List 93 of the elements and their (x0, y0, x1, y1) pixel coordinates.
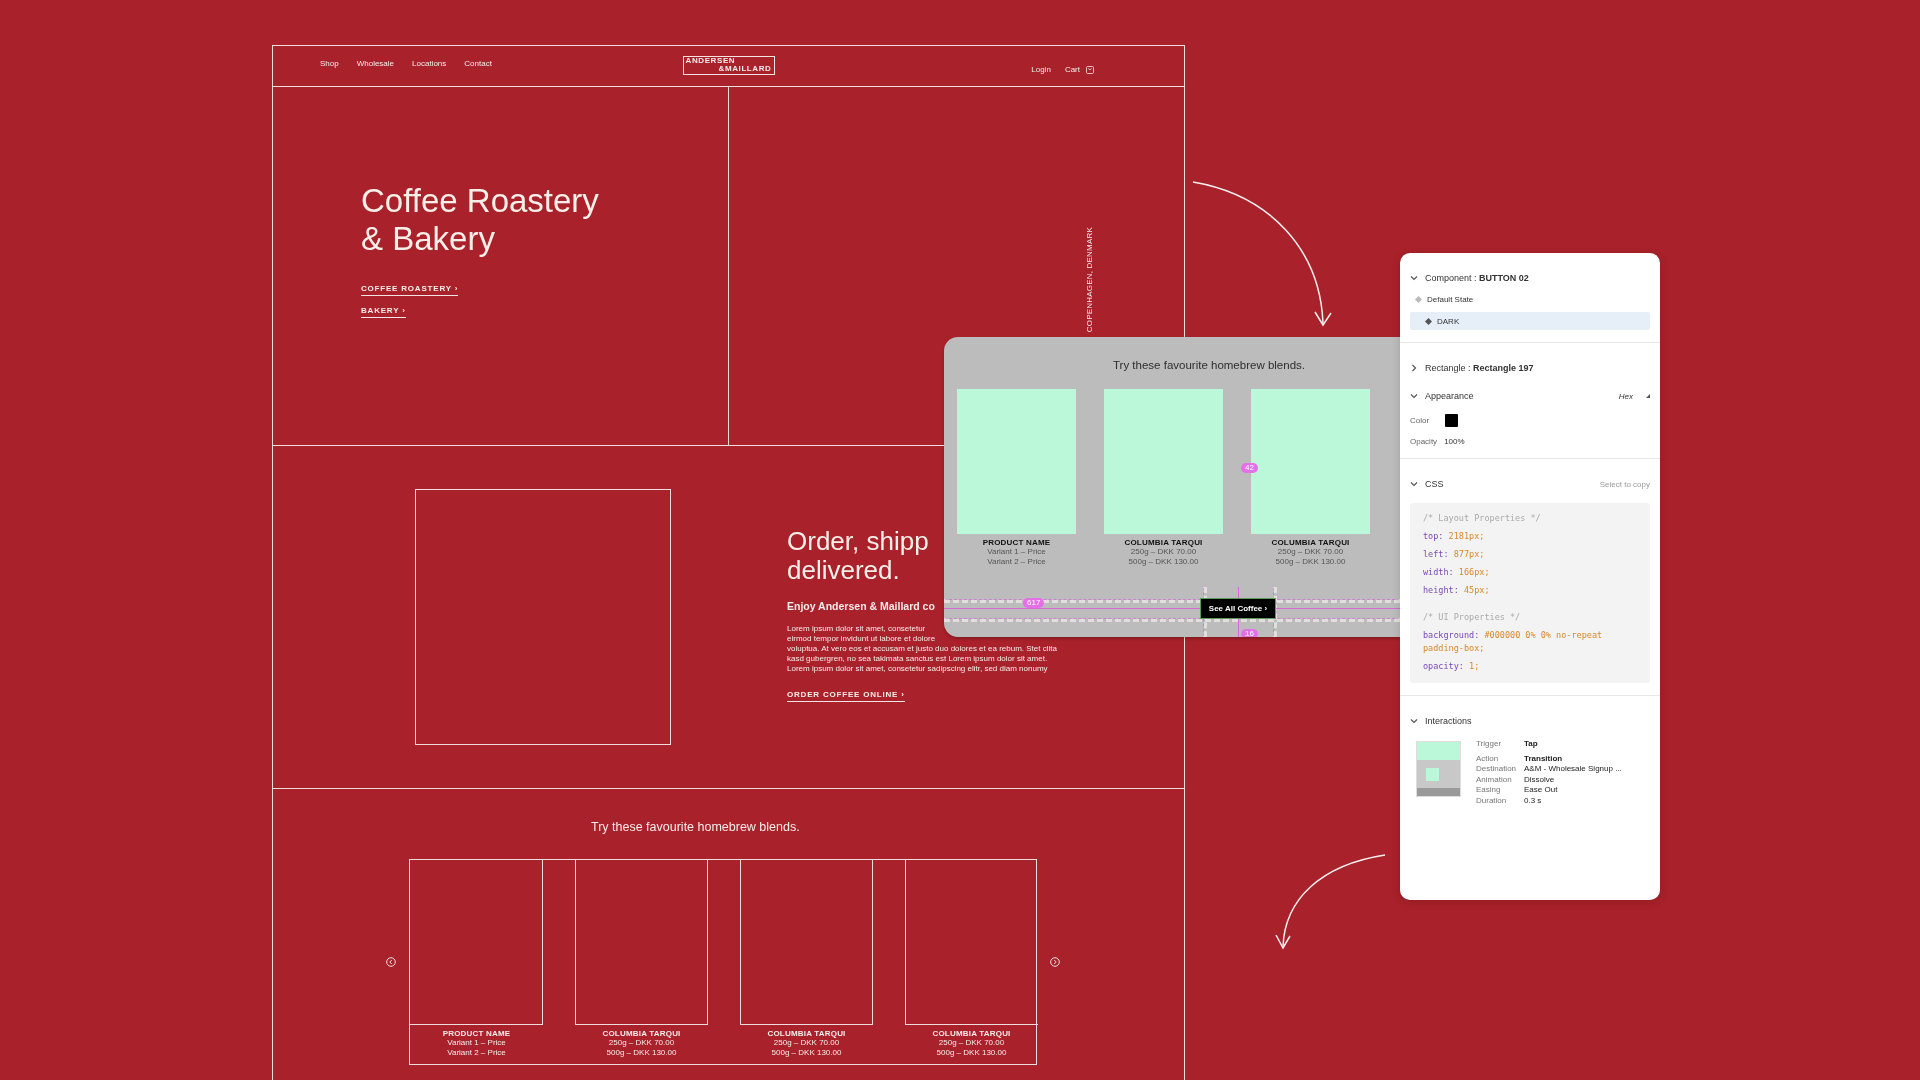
previous-icon[interactable] (386, 957, 396, 967)
product-variant: 250g – DKK 70.00 (773, 1038, 840, 1048)
product-variant: 250g – DKK 70.00 (608, 1038, 675, 1048)
product-name: COLUMBIA TARQUI (932, 1029, 1011, 1038)
section-heading: Try these favourite homebrew blends. (591, 820, 801, 834)
nav-link[interactable]: Shop (320, 58, 339, 68)
chevron-icon[interactable] (1410, 392, 1418, 400)
copy-hint: Select to copy (1599, 479, 1650, 489)
state-item[interactable]: Default State (1410, 290, 1650, 308)
cart-link[interactable]: Cart (1064, 65, 1080, 74)
property-value: 0.3 s (1524, 795, 1542, 806)
product-name: COLUMBIA TARQUI (767, 1029, 846, 1038)
section-heading: delivered. (787, 556, 900, 585)
section-title[interactable]: Appearance (1425, 391, 1474, 401)
product-name: PRODUCT NAME (442, 1029, 511, 1038)
section-link[interactable]: COFFEE ROASTERY › (361, 284, 459, 296)
section-heading: Order, shipp (787, 527, 929, 556)
section-title[interactable]: CSS (1425, 479, 1444, 489)
measure-label: 16 (1241, 629, 1258, 637)
property-label: Animation (1476, 774, 1513, 785)
body-text: kasd gubergren, no sea takimata sanctus est Lorem ipsum dolor sit amet. (787, 654, 1049, 664)
logo[interactable]: ANDERSEN &MAILLARD (682, 55, 775, 75)
code-line: width: 166px; (1423, 566, 1491, 579)
property-label: Action (1476, 753, 1500, 764)
product-name: COLUMBIA TARQUI (1124, 538, 1203, 547)
see-all-button[interactable]: See All Coffee › (1200, 598, 1276, 619)
product-variant: 500g – DKK 130.00 (1128, 557, 1199, 567)
opacity-value: 100% (1444, 437, 1465, 446)
location-label: COPENHAGEN, DENMARK (1085, 227, 1094, 333)
product-variant: 500g – DKK 130.00 (771, 1048, 842, 1058)
order-link[interactable]: ORDER COFFEE ONLINE › (787, 690, 905, 702)
state-item[interactable]: DARK (1410, 312, 1650, 330)
section-link[interactable]: BAKERY › (361, 306, 406, 318)
chevron-icon[interactable] (1410, 717, 1418, 725)
product-variant: Variant 1 – Price (447, 1038, 506, 1048)
code-line: top: 2181px; (1423, 530, 1486, 543)
component-header[interactable]: Component : BUTTON 02 (1410, 270, 1650, 286)
property-value: Transition (1524, 753, 1563, 764)
thumbnail-drawing (1416, 741, 1461, 797)
hero-title: Coffee Roastery (361, 182, 600, 220)
code-line: opacity: 1; (1423, 660, 1481, 673)
section-title[interactable]: Interactions (1425, 716, 1472, 726)
body-text: eirmod tempor invidunt ut labore et dolore (787, 634, 937, 644)
code-line: left: 877px; (1423, 548, 1486, 561)
property-value: Ease Out (1524, 785, 1558, 796)
product-variant: 500g – DKK 130.00 (1275, 557, 1346, 567)
corner-caret-icon[interactable] (1646, 394, 1650, 398)
product-variant: 500g – DKK 130.00 (936, 1048, 1007, 1058)
rectangle-header[interactable]: Rectangle : Rectangle 197 (1410, 360, 1650, 376)
property-label: Easing (1476, 785, 1502, 796)
hero-title: & Bakery (361, 220, 496, 258)
product-variant: 250g – DKK 70.00 (938, 1038, 1005, 1048)
product-variant: Variant 2 – Price (447, 1048, 506, 1058)
code-line: /* UI Properties */ (1423, 611, 1522, 624)
body-text: voluptua. At vero eos et accusam et justo duo dolores et ea rebum. Stet clita (787, 644, 1057, 654)
product-name: PRODUCT NAME (982, 538, 1051, 547)
code-line: background: #000000 0% 0% no-repeat padding-box; (1423, 629, 1604, 655)
component-title: Component : BUTTON 02 (1425, 273, 1529, 283)
bag-icon[interactable] (1086, 65, 1094, 74)
body-text: Lorem ipsum dolor sit amet, consetetur (787, 624, 927, 634)
layer-title: Rectangle : Rectangle 197 (1425, 363, 1534, 373)
product-variant: 500g – DKK 130.00 (606, 1048, 677, 1058)
color-swatch[interactable] (1445, 414, 1459, 427)
section-subtitle: Enjoy Andersen & Maillard co (787, 600, 935, 612)
measure-label: 42 (1241, 463, 1258, 473)
color-mode-dropdown[interactable]: Hex (1618, 391, 1633, 401)
nav-link[interactable]: Locations (412, 58, 447, 68)
product-name: COLUMBIA TARQUI (1271, 538, 1350, 547)
color-label: Color (1410, 416, 1430, 425)
property-label: Duration (1476, 795, 1508, 806)
body-text: Lorem ipsum dolor sit amet, consetetur sadipscing elitr, sed diam nonumy (787, 664, 1049, 674)
measure-label: 617 (1023, 598, 1045, 608)
code-line: /* Layout Properties */ (1423, 512, 1542, 525)
section-heading: Try these favourite homebrew blends. (1113, 359, 1306, 371)
chevron-icon[interactable] (1410, 364, 1418, 372)
login-link[interactable]: Login (1031, 65, 1051, 74)
property-value: A&M - Wholesale Signup ... (1524, 764, 1622, 775)
property-label: Destination (1476, 764, 1518, 775)
property-value: Dissolve (1524, 774, 1555, 785)
property-value: Tap (1524, 739, 1538, 750)
product-variant: Variant 1 – Price (987, 547, 1046, 557)
product-name: COLUMBIA TARQUI (602, 1029, 681, 1038)
nav-link[interactable]: Contact (464, 58, 492, 68)
product-variant: 250g – DKK 70.00 (1130, 547, 1197, 557)
code-line: height: 45px; (1423, 584, 1491, 597)
property-label: Trigger (1476, 739, 1503, 750)
next-icon[interactable] (1050, 957, 1060, 967)
nav-link[interactable]: Wholesale (356, 58, 395, 68)
chevron-icon[interactable] (1410, 480, 1418, 488)
opacity-label: Opacity (1410, 437, 1438, 446)
chevron-icon[interactable] (1410, 274, 1418, 282)
product-variant: 250g – DKK 70.00 (1277, 547, 1344, 557)
product-variant: Variant 2 – Price (987, 557, 1046, 567)
